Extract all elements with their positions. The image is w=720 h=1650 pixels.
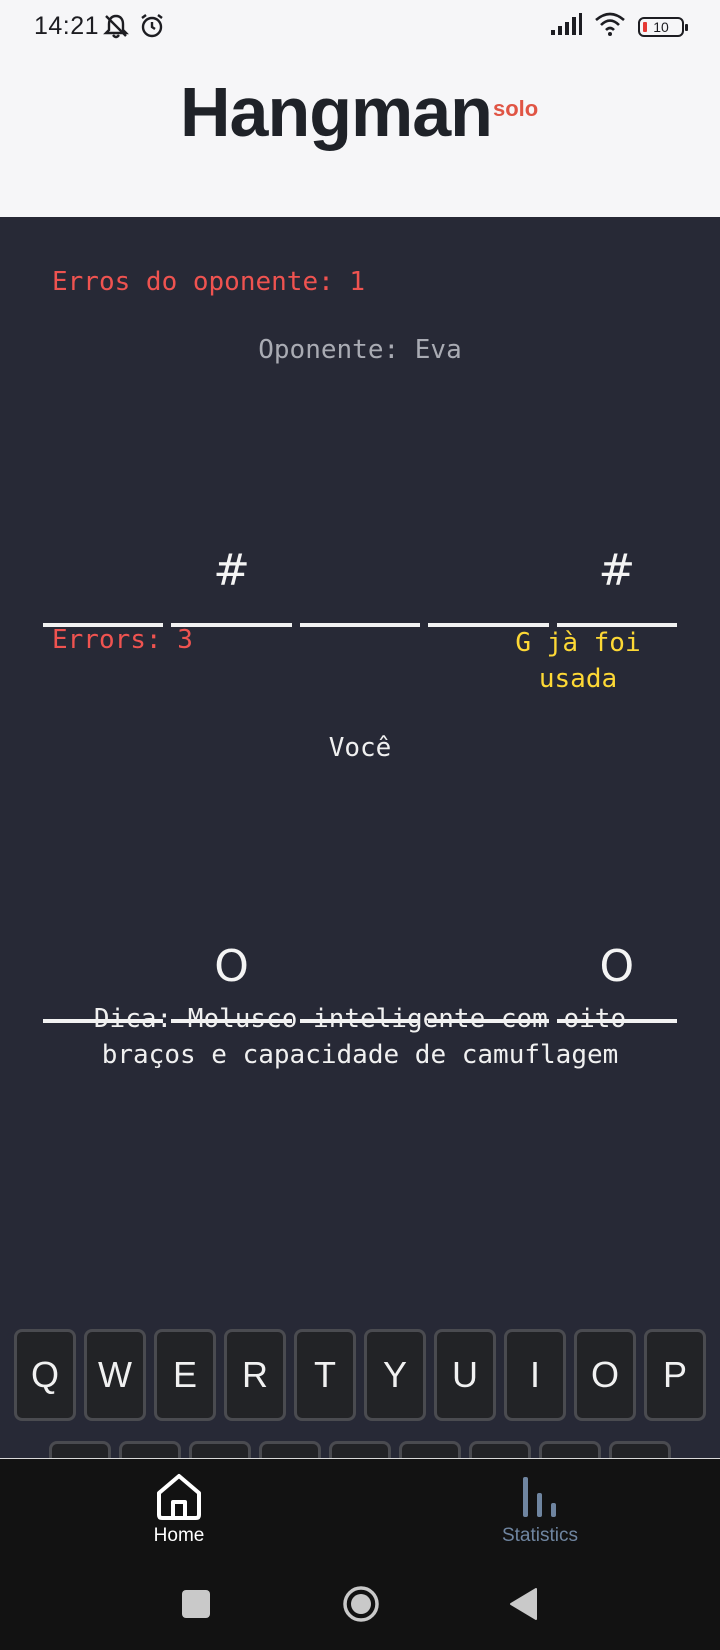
nav-home[interactable]: Home xyxy=(79,1471,279,1547)
letter-slot xyxy=(428,527,549,627)
player-errors: Errors: 3 xyxy=(52,625,193,655)
opponent-name: Oponente: Eva xyxy=(258,335,462,365)
signal-icon xyxy=(550,12,582,41)
mute-bell-icon xyxy=(102,12,130,45)
status-time: 14:21 xyxy=(34,12,100,40)
app-title: Hangman xyxy=(180,73,493,151)
nav-statistics[interactable]: Statistics xyxy=(440,1471,640,1547)
letter-slot xyxy=(43,527,164,627)
nav-home-label: Home xyxy=(153,1525,205,1546)
slot-letter: # xyxy=(598,545,636,596)
slot-letter: O xyxy=(599,941,635,992)
battery-low-indicator xyxy=(643,21,647,32)
home-icon xyxy=(79,1471,279,1521)
game-area: Erros do oponente: 1 Oponente: Eva # # E… xyxy=(0,217,720,1645)
player-name: Você xyxy=(328,733,392,763)
bar-chart-icon xyxy=(440,1471,640,1521)
key-w[interactable]: W xyxy=(84,1329,146,1421)
key-t[interactable]: T xyxy=(294,1329,356,1421)
recents-square-icon[interactable] xyxy=(182,1590,210,1618)
app-header: Hangman solo xyxy=(0,54,720,217)
key-o[interactable]: O xyxy=(574,1329,636,1421)
battery-level: 10 xyxy=(653,18,669,35)
status-icons-right: 10 xyxy=(550,12,688,41)
key-y[interactable]: Y xyxy=(364,1329,426,1421)
opponent-word: # # xyxy=(43,527,678,627)
letter-slot xyxy=(299,527,421,627)
home-circle-icon[interactable] xyxy=(342,1585,380,1628)
battery-icon: 10 xyxy=(638,16,688,37)
status-bar: 14:21 10 xyxy=(0,0,720,54)
system-nav-bar xyxy=(0,1560,720,1650)
key-r[interactable]: R xyxy=(224,1329,286,1421)
bottom-nav: Home Statistics xyxy=(0,1458,720,1560)
letter-slot: # xyxy=(171,527,292,627)
key-u[interactable]: U xyxy=(434,1329,496,1421)
used-letter-warning: G jà foi usada xyxy=(515,628,641,694)
key-p[interactable]: P xyxy=(644,1329,706,1421)
wifi-icon xyxy=(594,12,626,41)
back-triangle-icon[interactable] xyxy=(508,1587,538,1626)
keyboard-row-1: Q W E R T Y U I O P xyxy=(0,1329,720,1421)
status-icons-left xyxy=(102,12,166,45)
letter-slot: # xyxy=(556,527,678,627)
app-subtitle: solo xyxy=(493,96,539,121)
slot-letter: # xyxy=(213,545,251,596)
hint-text: Dica: Molusco inteligente com oito braço… xyxy=(93,1004,627,1070)
key-q[interactable]: Q xyxy=(14,1329,76,1421)
key-i[interactable]: I xyxy=(504,1329,566,1421)
alarm-icon xyxy=(138,12,166,45)
nav-statistics-label: Statistics xyxy=(501,1525,579,1546)
key-e[interactable]: E xyxy=(154,1329,216,1421)
opponent-errors: Erros do oponente: 1 xyxy=(52,267,366,297)
slot-letter: O xyxy=(214,941,249,992)
